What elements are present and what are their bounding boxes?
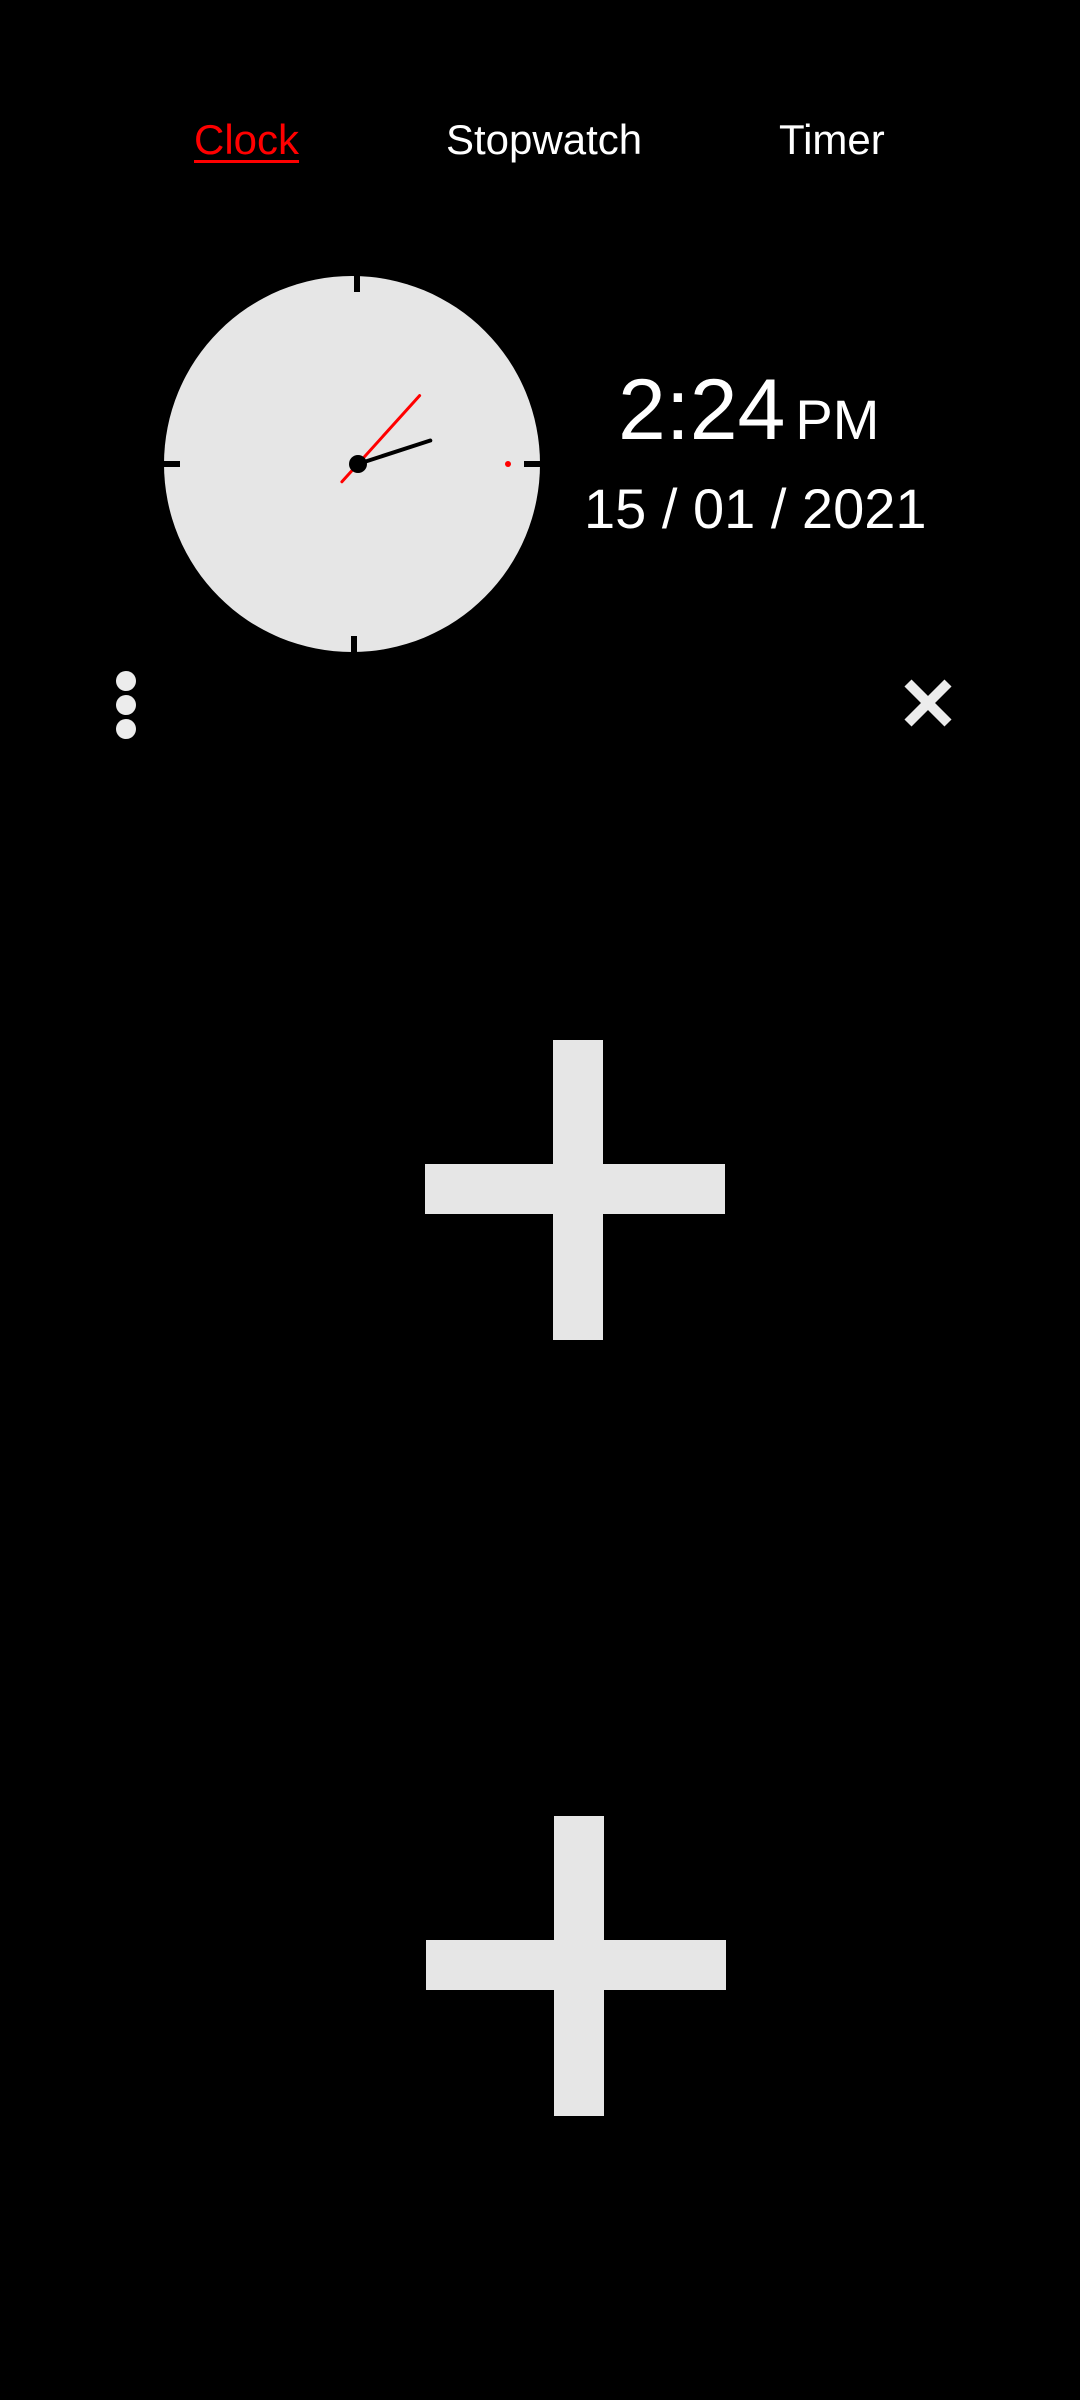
date-display: 15 / 01 / 2021 — [584, 477, 927, 540]
close-icon — [904, 679, 952, 727]
more-options-button[interactable] — [100, 665, 152, 745]
clock-center-pin — [349, 455, 367, 473]
analog-clock — [162, 274, 542, 654]
more-vertical-icon — [116, 671, 136, 739]
second-marker-dot — [505, 461, 511, 467]
add-clock-button-secondary[interactable] — [426, 1816, 726, 2116]
add-clock-button[interactable] — [425, 1040, 725, 1340]
close-button[interactable] — [900, 675, 956, 731]
tab-stopwatch[interactable]: Stopwatch — [446, 112, 642, 168]
digital-time: 2:24 PM — [618, 360, 879, 470]
clock-app-screen: Clock Stopwatch Timer 2:24 PM 15 / 01 / 2… — [0, 0, 1080, 2400]
time-value: 2:24 — [618, 362, 786, 458]
am-pm-label: PM — [795, 388, 880, 451]
tab-timer[interactable]: Timer — [779, 112, 885, 168]
tab-clock[interactable]: Clock — [194, 112, 299, 168]
